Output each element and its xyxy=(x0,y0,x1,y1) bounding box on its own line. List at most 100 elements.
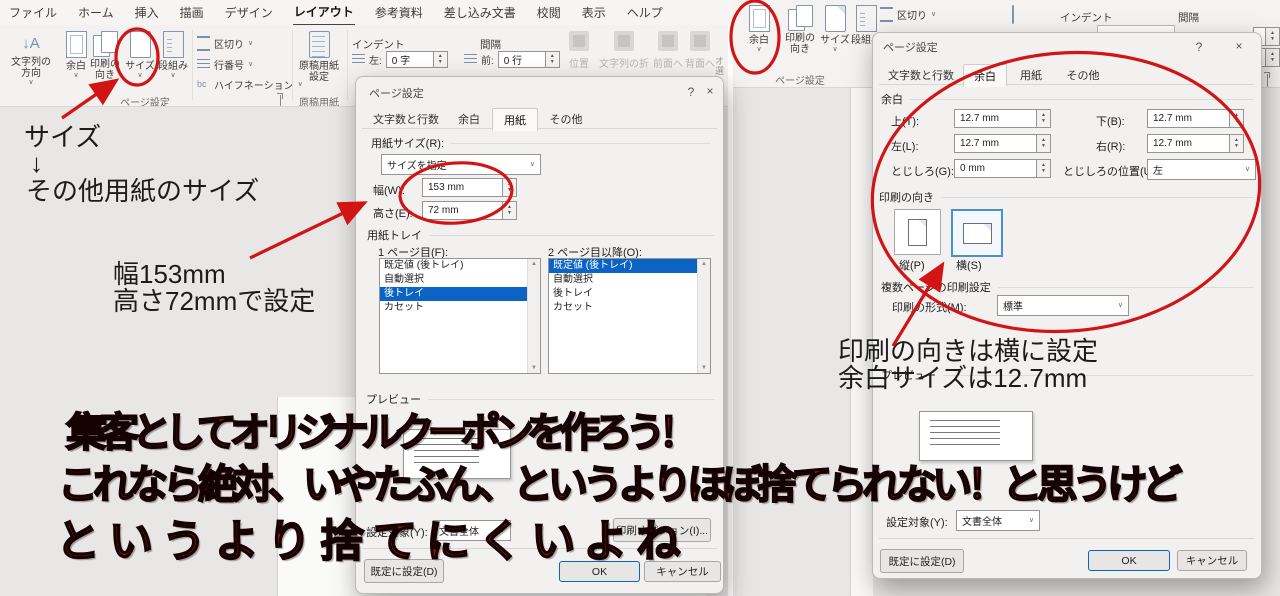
spin-buttons[interactable]: ▲ ▼ xyxy=(1037,159,1051,178)
print-format-select[interactable]: 標準 ∨ xyxy=(997,295,1129,316)
scrollbar[interactable]: ▲ ▼ xyxy=(697,259,710,373)
spin-buttons[interactable]: ▲ ▼ xyxy=(1037,134,1051,153)
scrollbar[interactable]: ▲ ▼ xyxy=(527,259,540,373)
breaks-button-right[interactable]: 区切り ∨ xyxy=(880,7,936,22)
spin-buttons[interactable]: ▲ ▼ xyxy=(503,201,517,220)
tab-other[interactable]: その他 xyxy=(540,108,592,129)
margin-bottom-value[interactable]: 12.7 mm xyxy=(1147,109,1230,128)
spin-down-icon[interactable]: ▼ xyxy=(507,211,512,216)
set-default-button[interactable]: 既定に設定(D) xyxy=(880,549,964,573)
list-item[interactable]: カセット xyxy=(380,301,527,315)
help-icon[interactable]: ? xyxy=(683,85,699,99)
height-spinner[interactable]: 72 mm ▲ ▼ xyxy=(422,201,517,220)
spin-buttons[interactable]: ▲ ▼ xyxy=(1266,48,1280,67)
landscape-tile[interactable] xyxy=(951,209,1003,257)
gutter-position-select[interactable]: 左 ∨ xyxy=(1147,159,1256,180)
spin-buttons[interactable]: ▲ ▼ xyxy=(1266,27,1280,46)
orientation-button-right[interactable]: 印刷の 向き xyxy=(781,5,819,55)
scroll-up-icon[interactable]: ▲ xyxy=(531,261,537,267)
tab-paper[interactable]: 用紙 xyxy=(1009,64,1053,85)
size-button[interactable]: サイズ ∨ xyxy=(124,31,156,79)
gutter-spinner[interactable]: 0 mm ▲ ▼ xyxy=(954,159,1051,178)
margin-top-spinner[interactable]: 12.7 mm ▲ ▼ xyxy=(954,109,1051,128)
tray-first-list[interactable]: 既定値 (後トレイ) 自動選択 後トレイ カセット ▲ ▼ xyxy=(379,258,541,374)
spacing-before-spinner[interactable]: 0 行 ▲ ▼ xyxy=(497,51,560,68)
tray-rest-list[interactable]: 既定値 (後トレイ) 自動選択 後トレイ カセット ▲ ▼ xyxy=(548,258,711,374)
margins-button-right[interactable]: 余白 ∨ xyxy=(741,5,777,53)
ok-button[interactable]: OK xyxy=(1088,550,1170,571)
menu-tab-design[interactable]: デザイン xyxy=(224,0,274,25)
margin-right-spinner[interactable]: 12.7 mm ▲ ▼ xyxy=(1147,134,1244,153)
spin-buttons[interactable]: ▲ ▼ xyxy=(1230,134,1244,153)
orientation-button[interactable]: 印刷の 向き xyxy=(86,31,124,81)
margin-top-value[interactable]: 12.7 mm xyxy=(954,109,1037,128)
cancel-button[interactable]: キャンセル xyxy=(1177,550,1247,571)
breaks-button[interactable]: 区切り ∨ xyxy=(197,36,253,51)
close-icon[interactable]: × xyxy=(702,84,718,98)
list-item[interactable]: 後トレイ xyxy=(549,287,697,301)
menu-tab-references[interactable]: 参考資料 xyxy=(374,0,424,25)
apply-to-select[interactable]: 文書全体 ∨ xyxy=(956,510,1040,531)
spin-down-icon[interactable]: ▼ xyxy=(1041,144,1046,149)
spin-buttons[interactable]: ▲ ▼ xyxy=(1037,109,1051,128)
list-item-selected[interactable]: 後トレイ xyxy=(380,287,527,301)
spacing-before-value[interactable]: 0 行 xyxy=(497,51,546,68)
spin-down-icon[interactable]: ▼ xyxy=(1234,119,1239,124)
close-icon[interactable]: × xyxy=(1231,39,1247,53)
spin-down-icon[interactable]: ▼ xyxy=(507,188,512,193)
menu-tab-layout[interactable]: レイアウト xyxy=(292,0,355,26)
width-value[interactable]: 153 mm xyxy=(422,178,503,197)
spin-down-icon[interactable]: ▼ xyxy=(1270,58,1275,63)
spin-buttons[interactable]: ▲ ▼ xyxy=(545,51,560,68)
spin-buttons[interactable]: ▲ ▼ xyxy=(1230,109,1244,128)
spin-down-icon[interactable]: ▼ xyxy=(550,60,555,65)
indent-left-spinner[interactable]: 0 字 ▲ ▼ xyxy=(385,51,448,68)
list-item[interactable]: 自動選択 xyxy=(549,273,697,287)
scroll-up-icon[interactable]: ▲ xyxy=(701,261,707,267)
menu-tab-draw[interactable]: 描画 xyxy=(179,0,205,25)
portrait-tile[interactable] xyxy=(894,209,941,255)
margin-left-spinner[interactable]: 12.7 mm ▲ ▼ xyxy=(954,134,1051,153)
text-direction-button[interactable]: ↓A 文字列の 方向 ∨ xyxy=(4,31,58,86)
margin-bottom-spinner[interactable]: 12.7 mm ▲ ▼ xyxy=(1147,109,1244,128)
gutter-value[interactable]: 0 mm xyxy=(954,159,1037,178)
tab-chars-lines[interactable]: 文字数と行数 xyxy=(881,64,961,85)
manuscript-paper-icon[interactable] xyxy=(1012,5,1014,24)
spin-down-icon[interactable]: ▼ xyxy=(1234,144,1239,149)
menu-tab-file[interactable]: ファイル xyxy=(8,0,58,25)
list-item[interactable]: カセット xyxy=(549,301,697,315)
line-numbers-button[interactable]: 行番号 ∨ xyxy=(197,57,253,72)
list-item[interactable]: 既定値 (後トレイ) xyxy=(380,259,527,273)
spin-down-icon[interactable]: ▼ xyxy=(1041,119,1046,124)
tab-paper[interactable]: 用紙 xyxy=(492,108,538,131)
size-button-right[interactable]: サイズ ∨ xyxy=(819,5,851,53)
list-item-selected[interactable]: 既定値 (後トレイ) xyxy=(549,259,697,273)
height-value[interactable]: 72 mm xyxy=(422,201,503,220)
spin-down-icon[interactable]: ▼ xyxy=(1270,37,1275,42)
spin-down-icon[interactable]: ▼ xyxy=(1041,169,1046,174)
spin-down-icon[interactable]: ▼ xyxy=(438,60,443,65)
spin-buttons[interactable]: ▲ ▼ xyxy=(503,178,517,197)
margin-right-value[interactable]: 12.7 mm xyxy=(1147,134,1230,153)
menu-tab-home[interactable]: ホーム xyxy=(77,0,115,25)
menu-tab-mailings[interactable]: 差し込み文書 xyxy=(443,0,517,25)
list-item[interactable]: 自動選択 xyxy=(380,273,527,287)
columns-button[interactable]: 段組み ∨ xyxy=(156,31,190,79)
scroll-down-icon[interactable]: ▼ xyxy=(701,365,707,371)
tab-margins[interactable]: 余白 xyxy=(963,64,1007,87)
hyphenation-button[interactable]: bc ハイフネーション ∨ xyxy=(197,77,303,92)
tab-chars-lines[interactable]: 文字数と行数 xyxy=(366,108,446,129)
menu-tab-insert[interactable]: 挿入 xyxy=(134,0,160,25)
paper-size-select[interactable]: サイズを指定 ∨ xyxy=(381,154,541,175)
tab-margins[interactable]: 余白 xyxy=(448,108,490,129)
indent-left-value[interactable]: 0 字 xyxy=(385,51,434,68)
help-icon[interactable]: ? xyxy=(1191,40,1207,54)
tab-other[interactable]: その他 xyxy=(1057,64,1109,85)
spin-buttons[interactable]: ▲ ▼ xyxy=(433,51,448,68)
scroll-down-icon[interactable]: ▼ xyxy=(531,365,537,371)
manuscript-paper-button[interactable]: 原稿用紙 設定 xyxy=(296,31,342,83)
menu-tab-view[interactable]: 表示 xyxy=(581,0,607,25)
menu-tab-help[interactable]: ヘルプ xyxy=(626,0,664,25)
width-spinner[interactable]: 153 mm ▲ ▼ xyxy=(422,178,517,197)
margin-left-value[interactable]: 12.7 mm xyxy=(954,134,1037,153)
